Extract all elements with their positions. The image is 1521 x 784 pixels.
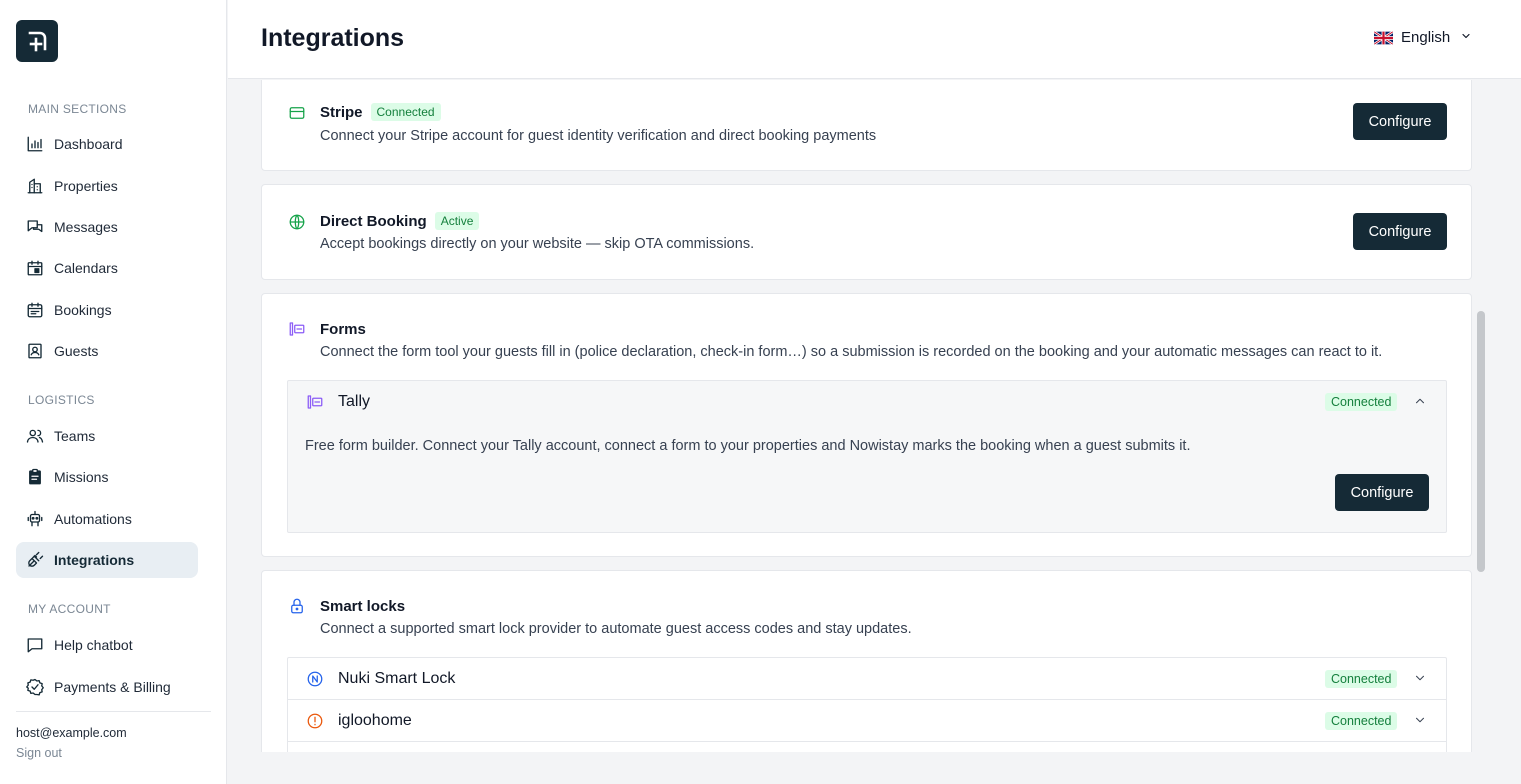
language-label: English bbox=[1401, 29, 1451, 46]
chat-icon bbox=[25, 635, 45, 655]
sidebar-item-properties[interactable]: Properties bbox=[16, 168, 198, 204]
sidebar-item-automations[interactable]: Automations bbox=[16, 501, 198, 537]
sidebar-item-label: Missions bbox=[54, 469, 109, 485]
status-badge: Active bbox=[434, 212, 480, 230]
sidebar-item-label: Teams bbox=[54, 428, 96, 444]
smart-lock-providers: Nuki Smart Lock Connected igloohome Conn… bbox=[287, 657, 1447, 752]
direct-booking-card: Direct Booking Active Accept bookings dir… bbox=[261, 184, 1472, 280]
direct-booking-title: Direct Booking Active bbox=[320, 212, 480, 230]
sidebar-item-payments-billing[interactable]: Payments & Billing bbox=[16, 669, 198, 705]
tally-configure-button[interactable]: Configure bbox=[1335, 474, 1429, 511]
page-header: Integrations English bbox=[228, 0, 1521, 79]
chevron-down-icon bbox=[1460, 29, 1472, 46]
sidebar-item-label: Messages bbox=[54, 219, 118, 235]
igloohome-logo-icon bbox=[305, 711, 325, 731]
form-icon bbox=[287, 319, 307, 339]
guest-id-icon bbox=[25, 341, 45, 361]
sidebar-item-bookings[interactable]: Bookings bbox=[16, 292, 198, 328]
language-selector[interactable]: English bbox=[1374, 29, 1472, 46]
messages-icon bbox=[25, 217, 45, 237]
sidebar-item-messages[interactable]: Messages bbox=[16, 209, 198, 245]
sidebar-item-label: Help chatbot bbox=[54, 637, 133, 653]
bookings-icon bbox=[25, 300, 45, 320]
form-icon bbox=[305, 392, 325, 412]
sidebar-item-guests[interactable]: Guests bbox=[16, 333, 198, 369]
chevron-down-icon[interactable] bbox=[1413, 671, 1429, 687]
section-label-account: MY ACCOUNT bbox=[28, 602, 111, 616]
sidebar-item-label: Guests bbox=[54, 343, 99, 359]
tally-header-row[interactable]: Tally Connected bbox=[288, 381, 1446, 423]
stripe-configure-button[interactable]: Configure bbox=[1353, 103, 1447, 140]
sidebar-item-calendars[interactable]: Calendars bbox=[16, 250, 198, 286]
sidebar-item-help-chatbot[interactable]: Help chatbot bbox=[16, 627, 198, 663]
sidebar-item-dashboard[interactable]: Dashboard bbox=[16, 126, 198, 162]
tally-panel: Tally Connected Free form builder. Conne… bbox=[287, 380, 1447, 533]
robot-icon bbox=[25, 509, 45, 529]
provider-name: igloohome bbox=[338, 711, 412, 729]
smart-locks-card: Smart locks Connect a supported smart lo… bbox=[261, 570, 1472, 752]
buildings-icon bbox=[25, 176, 45, 196]
page-title: Integrations bbox=[261, 24, 405, 52]
section-label-main: MAIN SECTIONS bbox=[28, 102, 127, 116]
stripe-description: Connect your Stripe account for guest id… bbox=[320, 128, 877, 144]
sidebar-item-label: Properties bbox=[54, 178, 118, 194]
main-scrollbar-thumb[interactable] bbox=[1477, 311, 1485, 572]
calendar-icon bbox=[25, 258, 45, 278]
sidebar-item-label: Bookings bbox=[54, 302, 112, 318]
credit-card-icon bbox=[287, 103, 307, 123]
chevron-down-icon[interactable] bbox=[1413, 713, 1429, 729]
user-email: host@example.com bbox=[16, 726, 127, 740]
nuki-row[interactable]: Nuki Smart Lock Connected bbox=[288, 658, 1446, 700]
globe-www-icon bbox=[287, 212, 307, 232]
section-label-logistics: LOGISTICS bbox=[28, 393, 95, 407]
team-icon bbox=[25, 426, 45, 446]
status-badge: Connected bbox=[1325, 711, 1398, 730]
sidebar-item-label: Payments & Billing bbox=[54, 679, 171, 695]
nuki-logo-icon bbox=[305, 669, 325, 689]
forms-title: Forms bbox=[320, 321, 366, 338]
stripe-card: Stripe Connected Connect your Stripe acco… bbox=[261, 80, 1472, 171]
chart-bar-icon bbox=[25, 134, 45, 154]
sidebar-item-teams[interactable]: Teams bbox=[16, 418, 198, 454]
lock-icon bbox=[287, 596, 307, 616]
sidebar-divider bbox=[16, 711, 211, 712]
chevron-up-icon[interactable] bbox=[1413, 394, 1429, 410]
sidebar-item-label: Calendars bbox=[54, 260, 118, 276]
status-badge: Connected bbox=[370, 103, 441, 121]
igloohome-row[interactable]: igloohome Connected bbox=[288, 700, 1446, 742]
uk-flag-icon bbox=[1374, 30, 1393, 45]
provider-name: Nuki Smart Lock bbox=[338, 669, 456, 687]
forms-card: Forms Connect the form tool your guests … bbox=[261, 293, 1472, 557]
status-badge: Connected bbox=[1325, 669, 1398, 688]
badge-check-icon bbox=[25, 677, 45, 697]
app-logo[interactable] bbox=[16, 20, 58, 62]
sidebar-item-integrations[interactable]: Integrations bbox=[16, 542, 198, 578]
bottom-strip bbox=[228, 752, 1521, 784]
main-content[interactable]: Stripe Connected Connect your Stripe acco… bbox=[228, 80, 1521, 752]
sidebar: MAIN SECTIONS Dashboard Properties Messa… bbox=[0, 0, 227, 784]
plug-icon bbox=[25, 550, 45, 570]
provider-name: Tally bbox=[338, 393, 371, 410]
smart-locks-description: Connect a supported smart lock provider … bbox=[320, 621, 912, 637]
forms-description: Connect the form tool your guests fill i… bbox=[320, 344, 1383, 360]
sidebar-item-missions[interactable]: Missions bbox=[16, 459, 198, 495]
direct-booking-configure-button[interactable]: Configure bbox=[1353, 213, 1447, 250]
sidebar-item-label: Integrations bbox=[54, 552, 135, 568]
tally-description: Free form builder. Connect your Tally ac… bbox=[305, 438, 1191, 454]
stripe-title-text: Stripe bbox=[320, 104, 363, 121]
smart-locks-title: Smart locks bbox=[320, 598, 406, 615]
stripe-title: Stripe Connected bbox=[320, 103, 441, 121]
sign-out-link[interactable]: Sign out bbox=[16, 746, 62, 760]
status-badge: Connected bbox=[1325, 393, 1398, 411]
direct-booking-title-text: Direct Booking bbox=[320, 213, 427, 230]
direct-booking-description: Accept bookings directly on your website… bbox=[320, 236, 755, 252]
sidebar-item-label: Automations bbox=[54, 511, 132, 527]
sidebar-item-label: Dashboard bbox=[54, 136, 123, 152]
clipboard-icon bbox=[25, 467, 45, 487]
